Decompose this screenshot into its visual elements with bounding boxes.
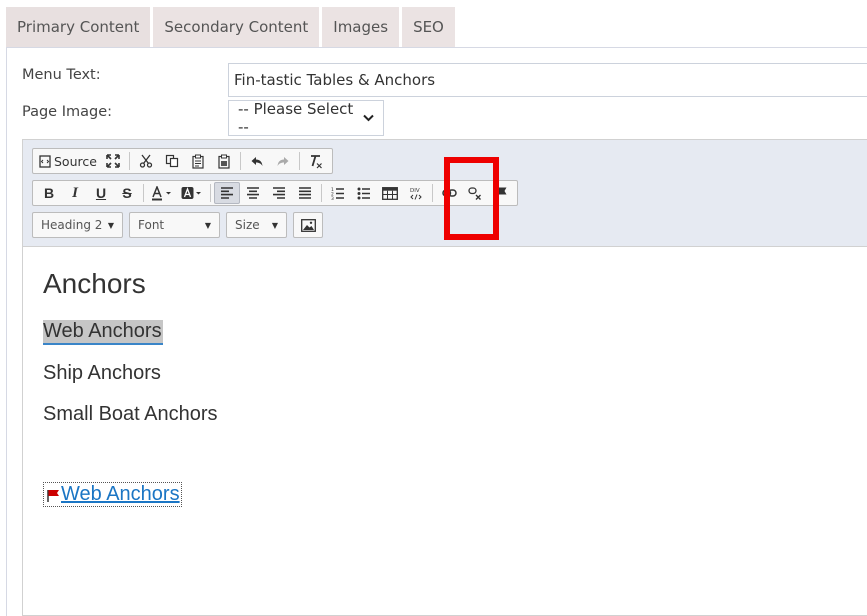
paste-from-word-button[interactable] <box>211 150 237 172</box>
undo-button[interactable] <box>244 150 270 172</box>
undo-icon <box>251 157 263 166</box>
unlink-button[interactable] <box>462 182 488 204</box>
size-combo[interactable]: Size ▼ <box>226 212 287 238</box>
align-center-icon <box>247 187 259 199</box>
anchor-flag-icon <box>47 489 59 502</box>
strikethrough-button[interactable]: S <box>114 182 140 204</box>
menu-text-input[interactable]: Fin-tastic Tables & Anchors <box>228 63 867 97</box>
bulleted-list-button[interactable] <box>351 182 377 204</box>
toolbar-group-insert <box>293 212 323 238</box>
align-left-icon <box>221 187 233 199</box>
align-justify-icon <box>299 187 311 199</box>
underline-button[interactable]: U <box>88 182 114 204</box>
size-combo-value: Size <box>235 218 260 232</box>
image-button[interactable] <box>294 214 322 236</box>
table-button[interactable] <box>377 182 403 204</box>
content-paragraph: Ship Anchors <box>43 362 161 384</box>
align-left-button[interactable] <box>214 182 240 204</box>
remove-format-button[interactable] <box>303 150 329 172</box>
tab-secondary-content[interactable]: Secondary Content <box>153 7 320 47</box>
copy-button[interactable] <box>159 150 185 172</box>
toolbar-separator <box>432 184 433 202</box>
tab-seo[interactable]: SEO <box>402 7 455 47</box>
clear-format-icon <box>310 154 322 168</box>
div-container-button[interactable]: DIV <box>403 182 429 204</box>
source-button-label: Source <box>54 153 97 169</box>
bulleted-list-icon <box>357 187 370 199</box>
content-paragraph-selected: Web Anchors <box>43 320 163 345</box>
font-combo-value: Font <box>138 218 165 232</box>
align-right-icon <box>273 187 285 199</box>
align-center-button[interactable] <box>240 182 266 204</box>
unlink-icon <box>467 187 481 200</box>
scissors-icon <box>139 154 153 168</box>
source-icon <box>39 154 51 168</box>
table-icon <box>382 186 398 200</box>
text-color-button[interactable] <box>147 182 177 204</box>
redo-icon <box>277 157 289 166</box>
content-paragraph: Small Boat Anchors <box>43 403 218 425</box>
dropdown-arrow-icon: ▼ <box>107 220 114 230</box>
image-icon <box>300 218 316 232</box>
redo-button[interactable] <box>270 150 296 172</box>
clipboard-icon <box>192 154 204 169</box>
rich-text-editor: Source B I U S 1 2 3 DIV Heading 2 ▼ Fon… <box>22 139 867 616</box>
editor-toolbar: Source B I U S 1 2 3 DIV Heading 2 ▼ Fon… <box>23 140 867 247</box>
numbered-list-icon: 123 <box>331 187 344 200</box>
svg-text:DIV: DIV <box>410 188 420 194</box>
numbered-list-button[interactable]: 123 <box>325 182 351 204</box>
svg-text:3: 3 <box>331 196 334 200</box>
background-color-button[interactable] <box>177 182 207 204</box>
anchor-link-text[interactable]: Web Anchors <box>61 483 180 506</box>
copy-icon <box>165 154 179 168</box>
tab-images[interactable]: Images <box>322 7 400 47</box>
page-image-label: Page Image: <box>22 104 113 120</box>
link-button[interactable] <box>436 182 462 204</box>
link-icon <box>441 189 457 197</box>
tab-primary-content[interactable]: Primary Content <box>6 7 151 47</box>
toolbar-separator <box>298 152 300 170</box>
format-combo[interactable]: Heading 2 ▼ <box>32 212 123 238</box>
toolbar-group-formatting: B I U S 1 2 3 DIV <box>32 180 518 206</box>
toolbar-group-document: Source <box>32 148 333 174</box>
toolbar-separator <box>210 184 211 202</box>
toolbar-separator <box>321 184 322 202</box>
source-button[interactable]: Source <box>36 150 100 172</box>
page-image-selected-value: -- Please Select -- <box>238 100 354 136</box>
toolbar-separator <box>239 152 241 170</box>
dropdown-arrow-icon: ▼ <box>271 220 278 230</box>
tab-divider <box>6 47 867 48</box>
justify-button[interactable] <box>292 182 318 204</box>
dropdown-arrow-icon: ▼ <box>204 220 211 230</box>
paste-button[interactable] <box>185 150 211 172</box>
page-image-select[interactable]: -- Please Select -- <box>228 100 384 136</box>
bold-button[interactable]: B <box>36 182 62 204</box>
align-right-button[interactable] <box>266 182 292 204</box>
toolbar-separator <box>128 152 130 170</box>
chevron-down-icon <box>363 111 374 125</box>
maximize-icon <box>106 154 120 168</box>
format-combo-value: Heading 2 <box>41 218 103 232</box>
flag-icon <box>495 186 507 200</box>
anchor-link[interactable]: Web Anchors <box>43 482 182 507</box>
font-combo[interactable]: Font ▼ <box>129 212 220 238</box>
toolbar-separator <box>143 184 144 202</box>
anchor-button[interactable] <box>488 182 514 204</box>
tab-bar: Primary Content Secondary Content Images… <box>6 7 455 47</box>
maximize-button[interactable] <box>100 150 126 172</box>
editor-content-area[interactable]: Anchors Web Anchors Ship Anchors Small B… <box>23 248 867 615</box>
div-icon: DIV <box>410 188 422 200</box>
cut-button[interactable] <box>133 150 159 172</box>
paste-word-icon <box>218 154 230 169</box>
italic-button[interactable]: I <box>62 182 88 204</box>
background-color-icon <box>181 186 201 199</box>
menu-text-label: Menu Text: <box>22 67 101 83</box>
panel-border <box>6 47 7 616</box>
content-heading: Anchors <box>43 268 146 299</box>
text-color-icon <box>152 185 171 200</box>
